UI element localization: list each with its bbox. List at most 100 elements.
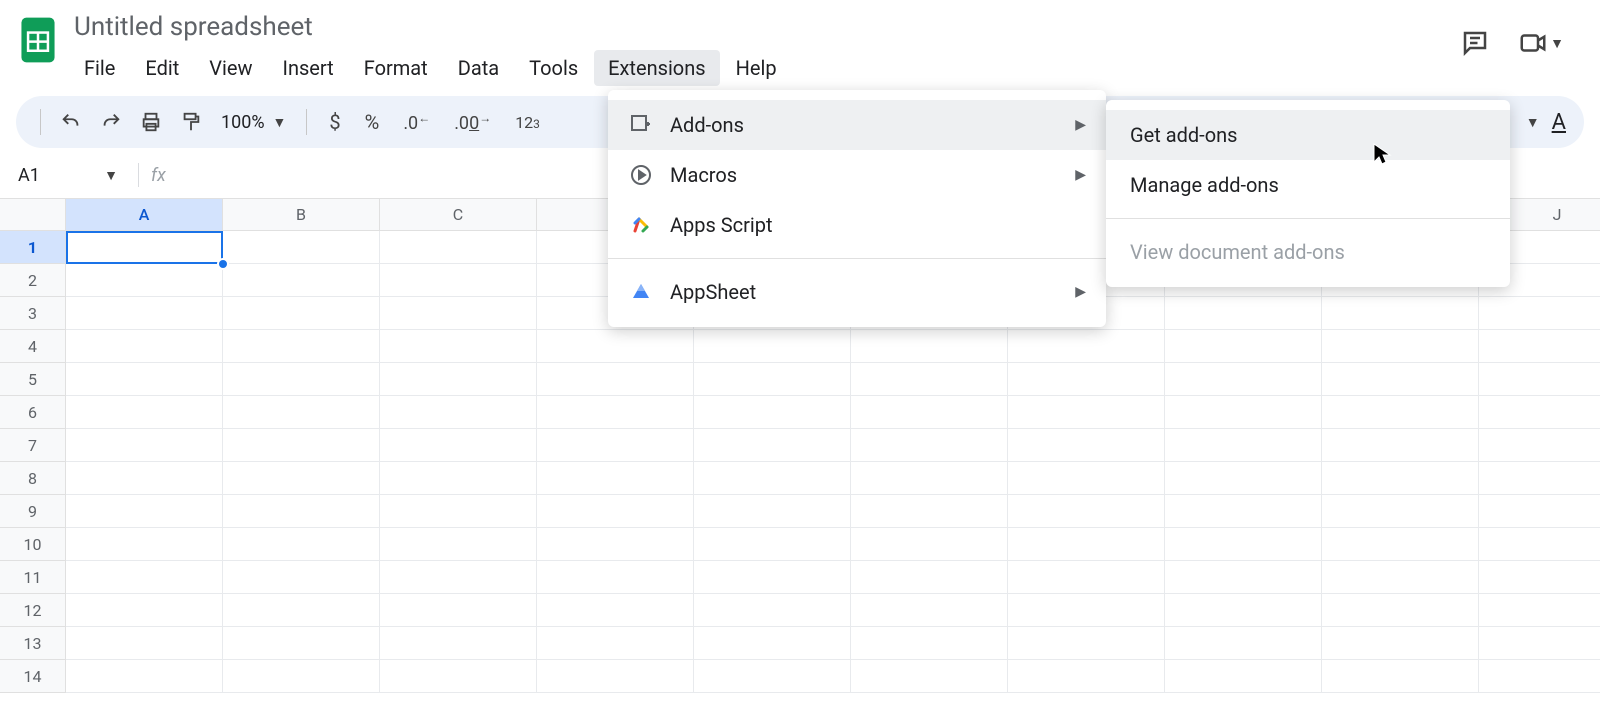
row-header-11[interactable]: 11 — [0, 561, 66, 594]
cell-E9[interactable] — [694, 495, 851, 528]
cell-G13[interactable] — [1008, 627, 1165, 660]
cell-H9[interactable] — [1165, 495, 1322, 528]
cell-I4[interactable] — [1322, 330, 1479, 363]
cell-F10[interactable] — [851, 528, 1008, 561]
cell-I9[interactable] — [1322, 495, 1479, 528]
cell-F9[interactable] — [851, 495, 1008, 528]
cell-G6[interactable] — [1008, 396, 1165, 429]
row-header-13[interactable]: 13 — [0, 627, 66, 660]
cell-E12[interactable] — [694, 594, 851, 627]
cell-H6[interactable] — [1165, 396, 1322, 429]
cell-B2[interactable] — [223, 264, 380, 297]
cell-F12[interactable] — [851, 594, 1008, 627]
cell-C13[interactable] — [380, 627, 537, 660]
cell-B9[interactable] — [223, 495, 380, 528]
cell-F11[interactable] — [851, 561, 1008, 594]
cell-B6[interactable] — [223, 396, 380, 429]
cell-H13[interactable] — [1165, 627, 1322, 660]
cell-J12[interactable] — [1479, 594, 1600, 627]
cell-J14[interactable] — [1479, 660, 1600, 693]
cell-I6[interactable] — [1322, 396, 1479, 429]
cell-E6[interactable] — [694, 396, 851, 429]
cell-D5[interactable] — [537, 363, 694, 396]
cell-E7[interactable] — [694, 429, 851, 462]
menu-file[interactable]: File — [70, 50, 129, 86]
cell-A13[interactable] — [66, 627, 223, 660]
cell-D8[interactable] — [537, 462, 694, 495]
cell-A11[interactable] — [66, 561, 223, 594]
cell-B4[interactable] — [223, 330, 380, 363]
submenu-get-addons[interactable]: Get add-ons — [1106, 110, 1510, 160]
cell-D10[interactable] — [537, 528, 694, 561]
cell-A4[interactable] — [66, 330, 223, 363]
cell-F4[interactable] — [851, 330, 1008, 363]
cell-I8[interactable] — [1322, 462, 1479, 495]
col-header-A[interactable]: A — [66, 199, 223, 231]
cell-G9[interactable] — [1008, 495, 1165, 528]
menu-apps-script[interactable]: Apps Script — [608, 200, 1106, 250]
cell-C6[interactable] — [380, 396, 537, 429]
cell-E4[interactable] — [694, 330, 851, 363]
cell-F14[interactable] — [851, 660, 1008, 693]
cell-H3[interactable] — [1165, 297, 1322, 330]
cell-G10[interactable] — [1008, 528, 1165, 561]
col-header-C[interactable]: C — [380, 199, 537, 231]
cell-J10[interactable] — [1479, 528, 1600, 561]
cell-I5[interactable] — [1322, 363, 1479, 396]
row-header-1[interactable]: 1 — [0, 231, 66, 264]
cell-J13[interactable] — [1479, 627, 1600, 660]
cell-H12[interactable] — [1165, 594, 1322, 627]
menu-edit[interactable]: Edit — [131, 50, 193, 86]
cell-B14[interactable] — [223, 660, 380, 693]
menu-addons[interactable]: Add-ons ▶ — [608, 100, 1106, 150]
cell-D12[interactable] — [537, 594, 694, 627]
cell-A9[interactable] — [66, 495, 223, 528]
row-header-12[interactable]: 12 — [0, 594, 66, 627]
row-header-10[interactable]: 10 — [0, 528, 66, 561]
cell-D6[interactable] — [537, 396, 694, 429]
percent-button[interactable]: % — [357, 110, 388, 134]
menu-help[interactable]: Help — [722, 50, 791, 86]
menu-view[interactable]: View — [195, 50, 266, 86]
cell-C7[interactable] — [380, 429, 537, 462]
cell-C12[interactable] — [380, 594, 537, 627]
menu-data[interactable]: Data — [444, 50, 513, 86]
cell-F7[interactable] — [851, 429, 1008, 462]
cell-A5[interactable] — [66, 363, 223, 396]
cell-G8[interactable] — [1008, 462, 1165, 495]
cell-C3[interactable] — [380, 297, 537, 330]
cell-D11[interactable] — [537, 561, 694, 594]
increase-decimal-button[interactable]: .00→ — [446, 111, 499, 134]
row-header-7[interactable]: 7 — [0, 429, 66, 462]
cell-B5[interactable] — [223, 363, 380, 396]
cell-I11[interactable] — [1322, 561, 1479, 594]
cell-J8[interactable] — [1479, 462, 1600, 495]
cell-B8[interactable] — [223, 462, 380, 495]
cell-H7[interactable] — [1165, 429, 1322, 462]
cell-A7[interactable] — [66, 429, 223, 462]
menu-insert[interactable]: Insert — [269, 50, 348, 86]
menu-tools[interactable]: Tools — [515, 50, 592, 86]
cell-A14[interactable] — [66, 660, 223, 693]
print-button[interactable] — [135, 106, 167, 138]
cell-I3[interactable] — [1322, 297, 1479, 330]
cell-B12[interactable] — [223, 594, 380, 627]
cell-A3[interactable] — [66, 297, 223, 330]
cell-F8[interactable] — [851, 462, 1008, 495]
cell-H5[interactable] — [1165, 363, 1322, 396]
cell-E13[interactable] — [694, 627, 851, 660]
doc-title[interactable]: Untitled spreadsheet — [70, 10, 1460, 44]
cell-I14[interactable] — [1322, 660, 1479, 693]
fill-handle[interactable] — [217, 258, 229, 270]
row-header-4[interactable]: 4 — [0, 330, 66, 363]
comments-icon[interactable] — [1460, 28, 1490, 58]
row-header-8[interactable]: 8 — [0, 462, 66, 495]
cell-C11[interactable] — [380, 561, 537, 594]
number-format-button[interactable]: 123 — [507, 113, 548, 132]
menu-format[interactable]: Format — [350, 50, 442, 86]
cell-B3[interactable] — [223, 297, 380, 330]
menu-appsheet[interactable]: AppSheet ▶ — [608, 267, 1106, 317]
cell-B10[interactable] — [223, 528, 380, 561]
cell-E11[interactable] — [694, 561, 851, 594]
cell-H10[interactable] — [1165, 528, 1322, 561]
